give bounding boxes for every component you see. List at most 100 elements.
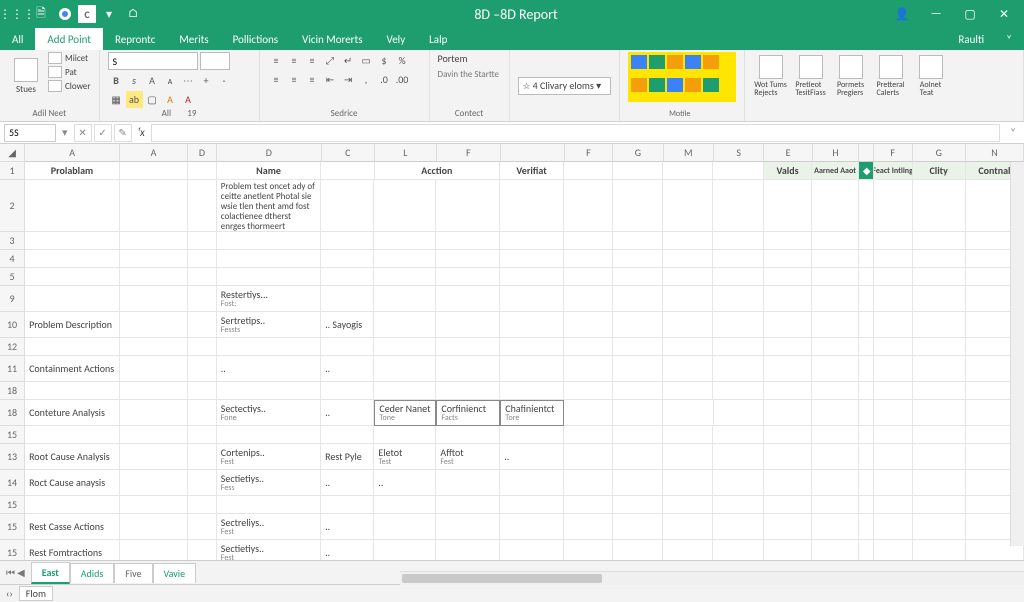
table-row[interactable]: 4 (0, 250, 1024, 268)
cell[interactable] (874, 540, 913, 560)
cell[interactable] (764, 180, 812, 232)
ribbon-tool-button[interactable]: PretteralCalerts (873, 52, 909, 100)
tab-vicin[interactable]: Vicin Morerts (290, 28, 374, 50)
name-box[interactable] (4, 124, 56, 142)
currency-icon[interactable]: $ (376, 52, 393, 69)
cell[interactable] (713, 286, 763, 312)
cell[interactable] (321, 286, 374, 312)
col-header[interactable]: M (664, 144, 714, 162)
cell[interactable] (859, 356, 874, 382)
cell[interactable] (913, 470, 966, 496)
cell[interactable] (713, 444, 763, 470)
row-number[interactable]: 13 (0, 444, 25, 470)
cell[interactable]: Problem Description (25, 312, 120, 338)
align-center-icon[interactable]: ≡ (286, 71, 303, 88)
cell[interactable] (764, 514, 812, 540)
tab-all[interactable]: All (0, 28, 35, 50)
cell[interactable] (217, 268, 321, 286)
cell[interactable] (120, 286, 188, 312)
table-row[interactable]: 12 (0, 338, 1024, 356)
table-row[interactable]: 15Rest FomtractionsSectietiys..Fest.. (0, 540, 1024, 560)
col-header[interactable]: C (322, 144, 375, 162)
cell[interactable] (120, 268, 188, 286)
cell[interactable] (663, 400, 713, 426)
cell[interactable] (500, 286, 564, 312)
cell[interactable] (188, 268, 217, 286)
cell[interactable] (25, 180, 120, 232)
cell[interactable] (321, 162, 374, 180)
cell[interactable]: ChafinientctTore (500, 400, 564, 426)
cell[interactable] (188, 514, 217, 540)
col-header[interactable] (859, 144, 874, 162)
cell[interactable]: CorfinienctFacts (436, 400, 500, 426)
cell[interactable] (859, 540, 874, 560)
cell[interactable] (25, 250, 120, 268)
align-bot-icon[interactable]: ≡ (304, 52, 321, 69)
col-header[interactable]: N (966, 144, 1024, 162)
cell[interactable] (764, 400, 812, 426)
cell[interactable] (120, 496, 188, 514)
row-number[interactable]: 12 (0, 338, 25, 356)
row-number[interactable]: 14 (0, 470, 25, 496)
indent-inc-icon[interactable]: ⇥ (340, 71, 357, 88)
cell[interactable] (859, 400, 874, 426)
cell[interactable] (564, 514, 612, 540)
cell[interactable] (500, 382, 564, 400)
ribbon-tool-button[interactable]: AolnetTeat (913, 52, 949, 100)
cell[interactable] (613, 540, 663, 560)
cell[interactable] (764, 496, 812, 514)
cell[interactable] (564, 286, 612, 312)
font-name-input[interactable] (108, 52, 198, 70)
close-icon[interactable]: ✕ (990, 7, 1018, 22)
tab-lalp[interactable]: Lalp (417, 28, 459, 50)
cell-style-icon[interactable]: ▦ (108, 91, 125, 108)
cell[interactable] (663, 514, 713, 540)
col-header[interactable]: E (764, 144, 812, 162)
table-row[interactable]: 1ProlablamNameAcctionVerifiatValdsAarned… (0, 162, 1024, 180)
cell[interactable]: EletotTest (374, 444, 436, 470)
cell[interactable] (859, 514, 874, 540)
cell[interactable] (874, 426, 913, 444)
cell[interactable] (859, 444, 874, 470)
cell[interactable] (321, 338, 374, 356)
cell[interactable] (374, 250, 436, 268)
cell[interactable] (913, 356, 966, 382)
cell[interactable] (321, 180, 374, 232)
cell[interactable] (663, 180, 713, 232)
user-icon[interactable]: 👤 (888, 7, 916, 22)
maximize-icon[interactable]: ▢ (956, 7, 984, 22)
dec-inc-icon[interactable]: .0 (376, 71, 393, 88)
align-top-icon[interactable]: ≡ (268, 52, 285, 69)
row-number[interactable]: 10 (0, 312, 25, 338)
cell[interactable] (812, 514, 859, 540)
cell[interactable] (812, 312, 859, 338)
cell[interactable] (663, 444, 713, 470)
cell[interactable]: .. (321, 470, 374, 496)
cell[interactable] (913, 540, 966, 560)
cell[interactable] (120, 382, 188, 400)
row-number[interactable]: 5 (0, 268, 25, 286)
merge-icon[interactable]: ▭ (358, 52, 375, 69)
cell[interactable] (764, 470, 812, 496)
cell[interactable] (613, 496, 663, 514)
cell[interactable]: .. Sayogis (321, 312, 374, 338)
cell[interactable] (663, 312, 713, 338)
cell[interactable] (436, 338, 500, 356)
cell[interactable] (859, 496, 874, 514)
cell[interactable] (663, 426, 713, 444)
cell[interactable] (188, 338, 217, 356)
table-row[interactable]: 18 (0, 382, 1024, 400)
cell[interactable]: ◆ (859, 162, 874, 180)
cell[interactable] (188, 496, 217, 514)
cell[interactable] (564, 268, 612, 286)
ribbon-tool-button[interactable]: PormetsPregiers (833, 52, 869, 100)
cell[interactable] (374, 496, 436, 514)
cell[interactable] (663, 286, 713, 312)
table-row[interactable]: 2Problem test oncet ady of ceitte anetle… (0, 180, 1024, 232)
chevron-down-icon[interactable]: ˅ (994, 28, 1024, 50)
table-row[interactable]: 3 (0, 232, 1024, 250)
cell[interactable] (874, 286, 913, 312)
cell[interactable] (812, 338, 859, 356)
cell[interactable] (913, 180, 966, 232)
expand-formula-icon[interactable]: ˅ (1006, 126, 1020, 139)
